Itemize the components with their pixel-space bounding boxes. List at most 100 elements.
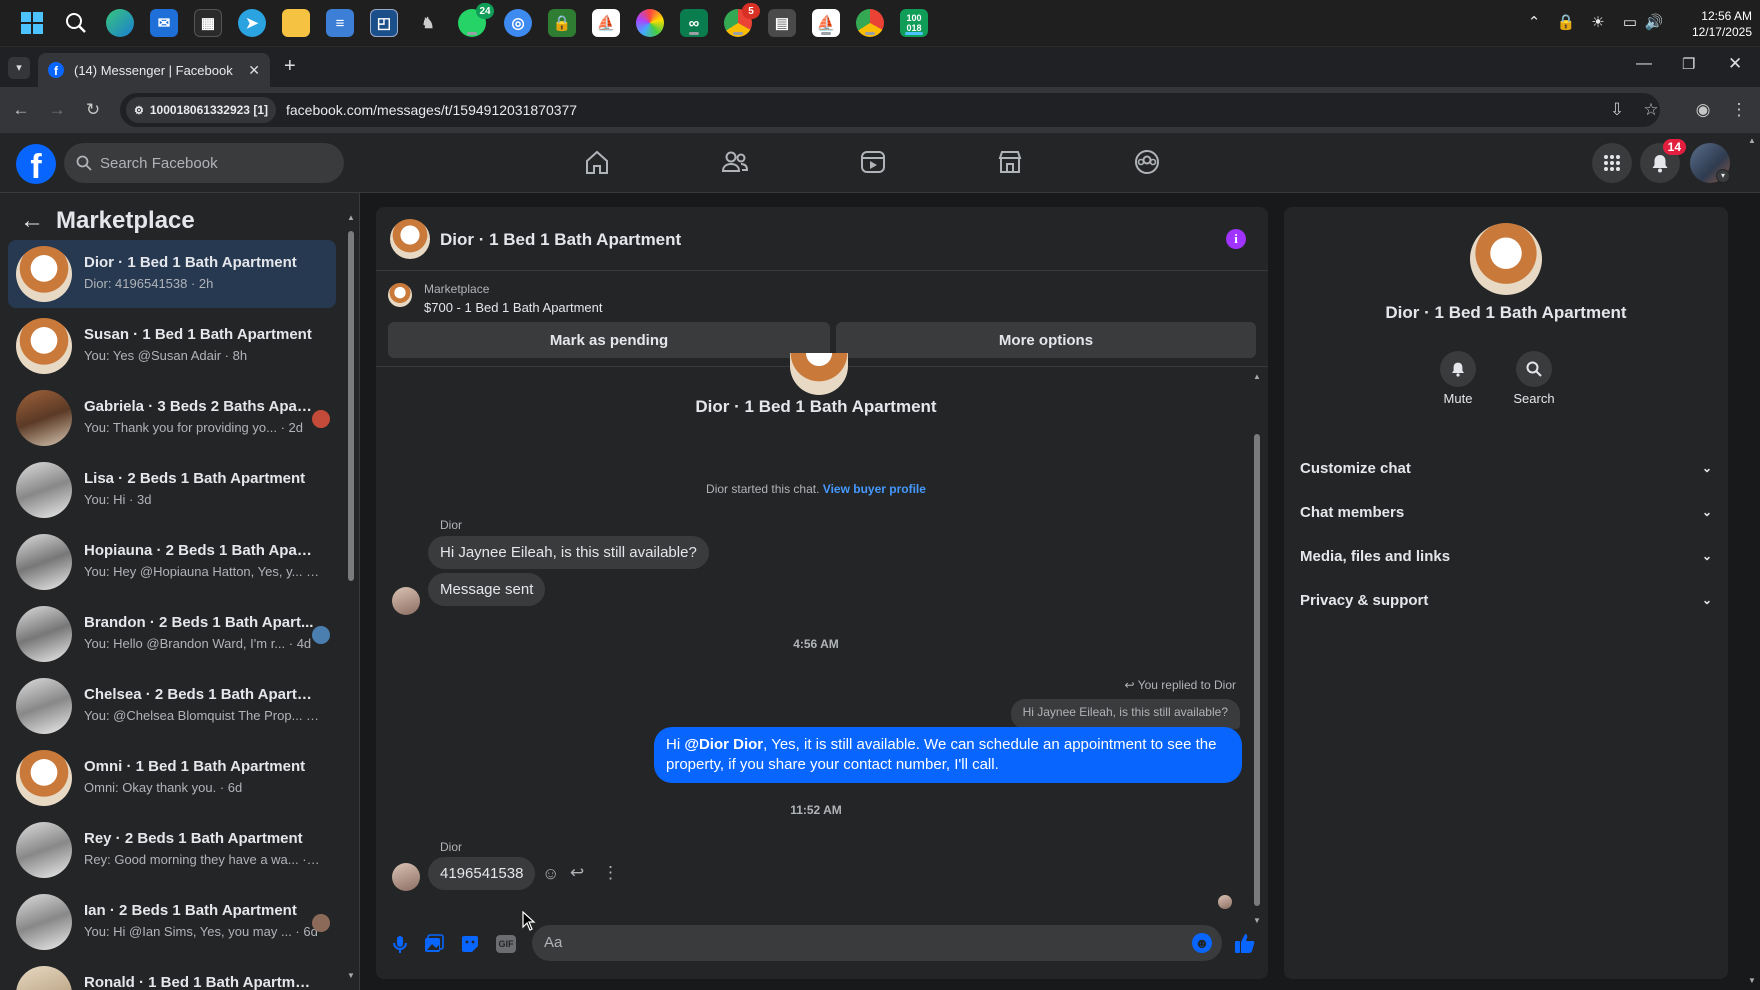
conversation-item[interactable]: Susan · 1 Bed 1 Bath Apartment You: Yes @… [8, 312, 336, 380]
telegram-icon[interactable]: ➤ [238, 9, 266, 37]
friends-icon[interactable] [720, 147, 750, 177]
notifications-button[interactable]: 14 [1640, 139, 1686, 183]
sailboat-app-2-icon[interactable]: ⛵ [812, 9, 840, 37]
infinity-app-icon[interactable]: ∞ [680, 9, 708, 37]
quoted-message[interactable]: Hi Jaynee Eileah, is this still availabl… [1010, 699, 1240, 729]
gif-icon[interactable]: GIF [496, 935, 516, 953]
chevron-up-icon[interactable]: ⌃ [1524, 13, 1544, 33]
whatsapp-icon[interactable]: 24 [458, 3, 494, 37]
network-icon[interactable]: ▭ [1620, 13, 1640, 33]
mention[interactable]: @Dior Dior [684, 736, 763, 753]
windows-start-icon[interactable] [18, 9, 46, 37]
scroll-down-icon[interactable]: ▼ [1253, 916, 1261, 925]
calculator-icon[interactable]: ▤ [768, 9, 796, 37]
app-blue-circle-icon[interactable]: ◎ [504, 9, 532, 37]
back-icon[interactable]: ← [10, 99, 32, 121]
chrome-icon[interactable]: 5 [724, 3, 760, 37]
thumbs-up-icon[interactable] [1234, 932, 1256, 954]
scroll-up-icon[interactable]: ▲ [1253, 372, 1261, 381]
more-actions-icon[interactable]: ⋮ [602, 863, 619, 883]
listing-thumbnail[interactable] [388, 283, 412, 307]
volume-icon[interactable]: 🔊 [1644, 13, 1664, 33]
app-100-icon[interactable]: 100 018 [900, 9, 928, 37]
mute-button[interactable]: Mute [1436, 351, 1480, 406]
browser-menu-icon[interactable]: ⋮ [1728, 99, 1750, 121]
home-icon[interactable] [582, 147, 612, 177]
conversation-item[interactable]: Brandon · 2 Beds 1 Bath Apart... You: Hel… [8, 600, 336, 668]
customize-chat-section[interactable]: Customize chat ⌄ [1300, 448, 1712, 488]
emoji-icon[interactable]: ☻ [1192, 933, 1212, 953]
sticker-icon[interactable] [460, 934, 480, 954]
reply-icon[interactable]: ↩ [570, 863, 584, 883]
install-app-icon[interactable]: ⇩ [1606, 99, 1628, 121]
conversation-item[interactable]: Ian · 2 Beds 1 Bath Apartment You: Hi @Ia… [8, 888, 336, 956]
chat-title[interactable]: Dior · 1 Bed 1 Bath Apartment [440, 230, 681, 250]
back-arrow-icon[interactable]: ← [20, 207, 44, 235]
outgoing-message[interactable]: Hi @Dior Dior, Yes, it is still availabl… [654, 727, 1242, 783]
color-wheel-icon[interactable] [636, 9, 664, 37]
facebook-logo-icon[interactable]: f [16, 144, 56, 184]
security-icon[interactable]: 🔒 [1556, 13, 1576, 33]
app-figure-icon[interactable]: ♞ [414, 9, 442, 37]
chrome-profile-icon[interactable] [856, 9, 884, 37]
minimize-icon[interactable]: — [1636, 55, 1652, 73]
sidebar-scrollbar[interactable]: ▲ ▼ [346, 213, 356, 983]
react-icon[interactable]: ☺ [542, 864, 559, 884]
media-files-links-section[interactable]: Media, files and links ⌄ [1300, 536, 1712, 576]
sender-avatar[interactable] [392, 863, 420, 891]
view-buyer-profile-link[interactable]: View buyer profile [823, 482, 926, 496]
clock[interactable]: 12:56 AM 12/17/2025 [1672, 8, 1752, 40]
search-conversation-button[interactable]: Search [1506, 351, 1562, 406]
sender-avatar[interactable] [392, 587, 420, 615]
menu-grid-button[interactable] [1592, 143, 1632, 183]
page-scrollbar[interactable]: ▲ ▼ [1746, 136, 1758, 988]
lock-app-icon[interactable]: 🔒 [548, 9, 576, 37]
profile-icon[interactable]: ◉ [1692, 99, 1714, 121]
edge-icon[interactable] [106, 9, 134, 37]
reload-icon[interactable]: ↻ [82, 99, 104, 121]
incoming-message[interactable]: Message sent [428, 573, 546, 606]
conversation-item[interactable]: Omni · 1 Bed 1 Bath Apartment Omni: Okay … [8, 744, 336, 812]
conversation-item[interactable]: Chelsea · 2 Beds 1 Bath Apartment You: @C… [8, 672, 336, 740]
search-icon[interactable] [62, 9, 90, 37]
incoming-message[interactable]: Hi Jaynee Eileah, is this still availabl… [428, 536, 709, 569]
scroll-down-icon[interactable]: ▼ [347, 971, 355, 980]
conversation-item[interactable]: Hopiauna · 2 Beds 1 Bath Apart... You: He… [8, 528, 336, 596]
conversation-item[interactable]: Gabriela · 3 Beds 2 Baths Apar... You: Th… [8, 384, 336, 452]
photo-icon[interactable] [424, 934, 444, 954]
conversation-item[interactable]: Rey · 2 Beds 1 Bath Apartment Rey: Good m… [8, 816, 336, 884]
marketplace-icon[interactable] [995, 147, 1025, 177]
tab-search-icon[interactable]: ▾ [8, 57, 30, 79]
message-composer[interactable]: Aa ☻ [532, 925, 1222, 961]
url-text[interactable]: facebook.com/messages/t/1594912031870377 [286, 102, 577, 118]
mark-as-pending-button[interactable]: Mark as pending [388, 322, 830, 358]
groups-icon[interactable] [1132, 147, 1162, 177]
site-info-chip[interactable]: ⚙ 100018061332923 [1] [126, 97, 276, 123]
close-window-icon[interactable]: ✕ [1728, 54, 1742, 74]
tab-close-icon[interactable]: ✕ [248, 62, 260, 79]
omnibox[interactable]: ⚙ 100018061332923 [1] facebook.com/messa… [120, 93, 1660, 127]
bookmark-star-icon[interactable]: ☆ [1640, 99, 1662, 121]
chat-avatar[interactable] [390, 219, 430, 259]
microphone-icon[interactable] [390, 934, 410, 954]
notepad-icon[interactable]: ≡ [326, 9, 354, 37]
forward-icon[interactable]: → [46, 99, 68, 121]
new-tab-button[interactable]: + [284, 55, 296, 78]
restore-icon[interactable]: ❐ [1682, 55, 1695, 73]
outlook-icon[interactable]: ✉ [150, 9, 178, 37]
scroll-up-icon[interactable]: ▲ [347, 213, 355, 222]
conversation-item[interactable]: Lisa · 2 Beds 1 Bath Apartment You: Hi · … [8, 456, 336, 524]
sailboat-app-icon[interactable]: ⛵ [592, 9, 620, 37]
browser-tab[interactable]: f (14) Messenger | Facebook ✕ [38, 53, 270, 87]
incoming-message[interactable]: 4196541538 [428, 857, 536, 890]
scrollbar-thumb[interactable] [1254, 434, 1260, 906]
info-avatar[interactable] [1470, 223, 1542, 295]
scroll-down-icon[interactable]: ▼ [1748, 976, 1756, 985]
conversation-item[interactable]: Ronald · 1 Bed 1 Bath Apartment [8, 960, 336, 990]
more-options-button[interactable]: More options [836, 322, 1256, 358]
video-icon[interactable] [858, 147, 888, 177]
facebook-search[interactable]: Search Facebook [64, 143, 344, 183]
chat-scrollbar[interactable]: ▲ ▼ [1252, 372, 1262, 928]
store-icon[interactable]: ▦ [194, 9, 222, 37]
brightness-icon[interactable]: ☀ [1588, 13, 1608, 33]
